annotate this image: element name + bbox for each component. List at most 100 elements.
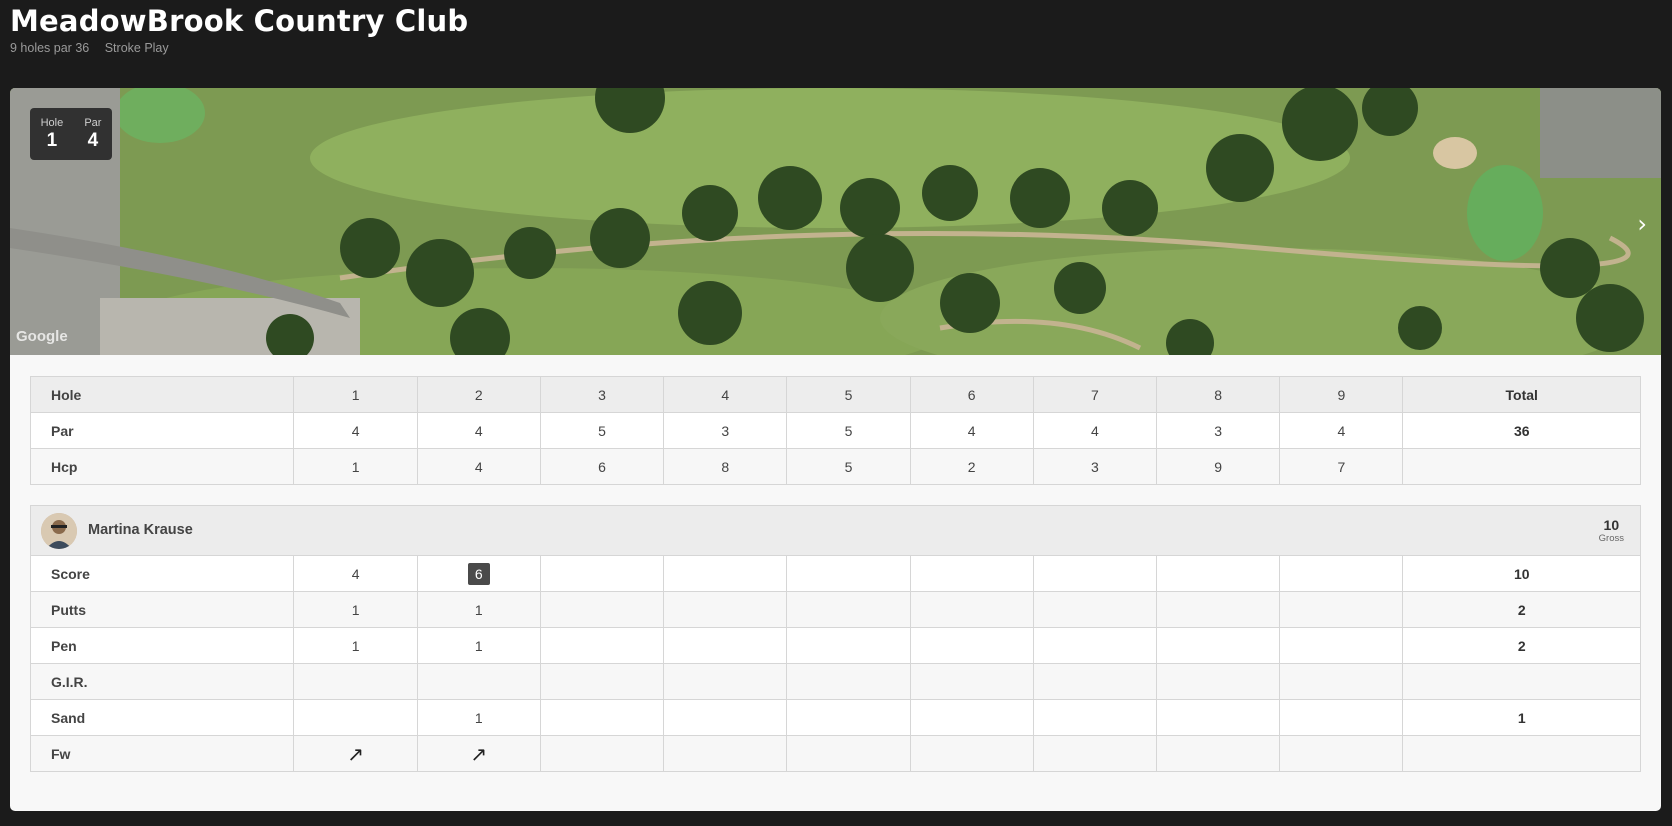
pen-cell[interactable]: 1 [293,627,418,664]
score-cell[interactable] [1156,555,1281,592]
hcp-row: Hcp 1 4 6 8 5 2 3 9 7 [29,448,1641,485]
par-number: 4 [87,130,99,151]
putts-cell[interactable]: 1 [416,591,541,628]
gir-cell[interactable] [1279,663,1404,700]
fw-row: Fw ↗ ↗ [29,735,1641,772]
score-cell[interactable] [786,555,911,592]
google-attribution: Google [16,328,68,345]
row-header: Fw [29,735,295,772]
putts-cell[interactable] [786,591,911,628]
gross-value: 10 [1603,517,1620,533]
hole-cell: 8 [1156,376,1281,413]
gir-cell[interactable] [663,663,788,700]
putts-cell[interactable] [1156,591,1281,628]
sand-cell[interactable] [909,699,1034,736]
fw-cell[interactable] [1156,735,1281,772]
par-cell: 5 [786,412,911,449]
total-header: Total [1402,376,1641,413]
player-score-table: Score 4 6 10 Putts 1 1 2 Pen 1 1 2 G.I.R… [29,555,1641,772]
fw-cell[interactable] [786,735,911,772]
row-header: Pen [29,627,295,664]
current-hole-badge: Hole 1 Par 4 [30,108,112,160]
putts-cell[interactable] [1279,591,1404,628]
hole-cell: 3 [539,376,665,413]
score-cell-active[interactable]: 6 [416,555,541,592]
pen-cell[interactable] [663,627,788,664]
par-cell: 4 [293,412,418,449]
fw-cell[interactable] [909,735,1034,772]
fw-cell[interactable] [1279,735,1404,772]
row-header: G.I.R. [29,663,295,700]
row-header: Par [29,412,295,449]
par-cell: 4 [1032,412,1158,449]
pen-cell[interactable] [1032,627,1158,664]
gross-label: Gross [1598,533,1624,544]
score-row: Score 4 6 10 [29,555,1641,592]
pen-cell[interactable] [1156,627,1281,664]
aerial-map[interactable]: Hole 1 Par 4 › Google [10,88,1661,355]
score-cell[interactable] [539,555,665,592]
sand-cell[interactable] [1032,699,1158,736]
hole-cell: 5 [786,376,911,413]
hcp-cell: 1 [293,448,418,485]
putts-total: 2 [1402,591,1641,628]
fw-cell[interactable] [1032,735,1158,772]
putts-cell[interactable] [663,591,788,628]
score-highlight[interactable]: 6 [467,562,490,585]
gross-score: 10 Gross [1599,517,1624,544]
gir-cell[interactable] [293,663,418,700]
pen-cell[interactable]: 1 [416,627,541,664]
pen-cell[interactable] [909,627,1034,664]
course-info-table: Hole 1 2 3 4 5 6 7 8 9 Total Par 4 4 5 3… [29,376,1641,485]
putts-cell[interactable] [909,591,1034,628]
hole-cell: 2 [416,376,541,413]
player-header[interactable]: Martina Krause 10 Gross [30,505,1641,555]
gir-total [1402,663,1641,700]
score-cell[interactable] [909,555,1034,592]
hole-indicator: Hole 1 [41,117,64,160]
putts-cell[interactable]: 1 [293,591,418,628]
fw-cell[interactable]: ↗ [416,735,541,772]
par-cell: 4 [416,412,541,449]
course-subtitle: 9 holes par 36 Stroke Play [10,41,468,55]
pen-row: Pen 1 1 2 [29,627,1641,664]
row-header: Sand [29,699,295,736]
avatar[interactable] [41,513,77,549]
score-cell[interactable] [1279,555,1404,592]
par-cell: 4 [909,412,1034,449]
gir-cell[interactable] [539,663,665,700]
gir-cell[interactable] [416,663,541,700]
pen-cell[interactable] [786,627,911,664]
fw-cell[interactable] [663,735,788,772]
par-cell: 3 [1156,412,1281,449]
fw-cell[interactable] [539,735,665,772]
sand-cell[interactable] [539,699,665,736]
putts-cell[interactable] [539,591,665,628]
pen-cell[interactable] [539,627,665,664]
pen-cell[interactable] [1279,627,1404,664]
sand-cell[interactable] [663,699,788,736]
sand-cell[interactable] [786,699,911,736]
player-name[interactable]: Martina Krause [88,522,193,538]
score-cell[interactable]: 4 [293,555,418,592]
row-header: Hole [29,376,295,413]
gir-row: G.I.R. [29,663,1641,700]
chevron-right-icon[interactable]: › [1637,210,1647,238]
score-cell[interactable] [1032,555,1158,592]
hcp-cell: 2 [909,448,1034,485]
sand-cell[interactable] [293,699,418,736]
fw-cell[interactable]: ↗ [293,735,418,772]
sand-cell[interactable] [1156,699,1281,736]
sand-cell[interactable]: 1 [416,699,541,736]
hcp-cell: 8 [663,448,788,485]
putts-cell[interactable] [1032,591,1158,628]
gir-cell[interactable] [1156,663,1281,700]
score-cell[interactable] [663,555,788,592]
sand-total: 1 [1402,699,1641,736]
gir-cell[interactable] [1032,663,1158,700]
sand-cell[interactable] [1279,699,1404,736]
hcp-cell: 4 [416,448,541,485]
holes-info: 9 holes par 36 [10,41,90,55]
gir-cell[interactable] [786,663,911,700]
gir-cell[interactable] [909,663,1034,700]
